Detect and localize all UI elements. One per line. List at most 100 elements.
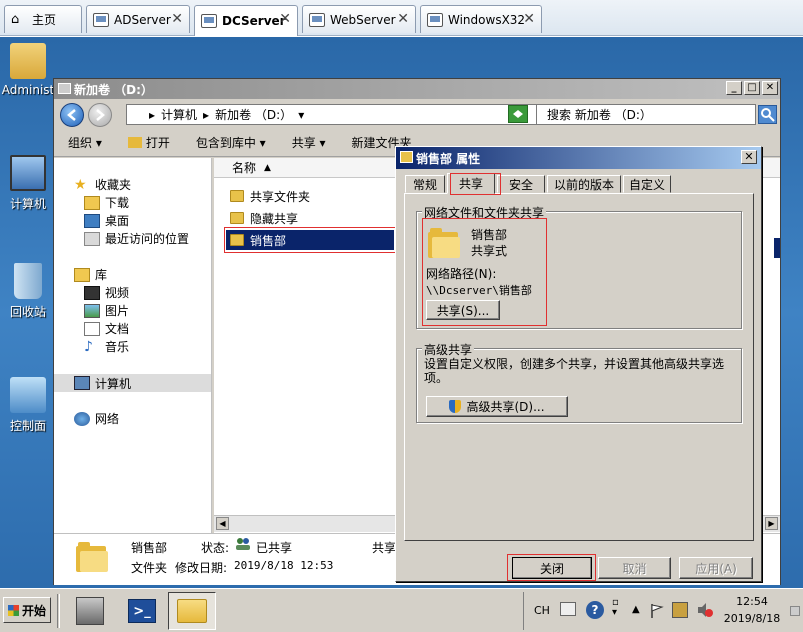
taskbar-separator xyxy=(57,594,60,628)
taskbar: 开始 >_ CH ? ▫ ▾ ▲ 12:54 2019/8/18 xyxy=(0,588,803,632)
close-icon[interactable]: ✕ xyxy=(171,11,183,27)
tab-dcserver[interactable]: DCServer ✕ xyxy=(194,5,298,36)
nav-desktop[interactable]: 桌面 xyxy=(84,212,129,229)
nav-videos[interactable]: 视频 xyxy=(84,284,129,301)
tab-label: WebServer xyxy=(330,12,396,27)
network-path-label: 网络路径(N): xyxy=(426,267,497,281)
search-icon xyxy=(761,108,775,122)
sharing-tab-panel: 网络文件和文件夹共享 销售部 共享式 网络路径(N): \\Dcserver\销… xyxy=(404,193,754,541)
close-icon[interactable]: ✕ xyxy=(279,11,291,27)
scroll-left-icon[interactable]: ◀ xyxy=(216,517,229,530)
tab-windowsx32[interactable]: WindowsX32 ✕ xyxy=(420,5,542,33)
nav-recent[interactable]: 最近访问的位置 xyxy=(84,230,189,247)
desktop-icon xyxy=(84,213,100,228)
advanced-share-button[interactable]: 高级共享(D)... xyxy=(426,396,568,417)
flag-icon[interactable] xyxy=(650,603,664,619)
chevron-up-icon[interactable]: ▲ xyxy=(632,604,640,615)
desktop-icon-control-panel[interactable]: 控制面 xyxy=(0,377,56,434)
chevron-right-icon: ▸ xyxy=(203,107,210,122)
taskbar-server-manager[interactable] xyxy=(66,592,114,630)
nav-network[interactable]: 网络 xyxy=(74,410,119,427)
tab-customize[interactable]: 自定义 xyxy=(623,175,671,193)
maximize-button[interactable]: □ xyxy=(744,81,760,95)
explorer-title: 新加卷 （D:） xyxy=(74,82,153,97)
explorer-title-bar[interactable]: 新加卷 （D:） _ □ ✕ xyxy=(54,79,780,99)
dialog-title-bar[interactable]: 销售部 属性 ✕ xyxy=(396,147,761,169)
computer-icon xyxy=(10,155,46,191)
close-button[interactable]: ✕ xyxy=(762,81,778,95)
breadcrumb-drive[interactable]: 新加卷 （D:） xyxy=(215,106,292,123)
folder-icon xyxy=(177,599,207,623)
help-icon[interactable]: ? xyxy=(586,601,604,619)
details-modified-label: 修改日期: xyxy=(175,561,228,575)
chevron-down-icon[interactable]: ▾ xyxy=(298,108,304,122)
nav-documents[interactable]: 文档 xyxy=(84,320,129,337)
taskbar-powershell[interactable]: >_ xyxy=(118,592,166,630)
file-item[interactable]: 隐藏共享 xyxy=(226,208,302,228)
clock-time[interactable]: 12:54 xyxy=(724,595,780,608)
document-icon xyxy=(84,321,100,336)
nav-music[interactable]: ♪ 音乐 xyxy=(84,338,129,355)
folder-icon xyxy=(230,212,244,224)
tab-general[interactable]: 常规 xyxy=(405,175,445,193)
language-indicator[interactable]: CH xyxy=(534,604,550,617)
ime-options-icon[interactable]: ▫ ▾ xyxy=(612,598,619,618)
network-tray-icon[interactable] xyxy=(672,602,688,618)
close-icon[interactable]: ✕ xyxy=(523,11,535,27)
star-icon: ★ xyxy=(74,176,87,193)
nav-downloads[interactable]: 下载 xyxy=(84,194,129,211)
tab-security[interactable]: 安全 xyxy=(497,175,545,193)
minimize-button[interactable]: _ xyxy=(726,81,742,95)
desktop-icon-recycle-bin[interactable]: 回收站 xyxy=(0,263,56,320)
tab-webserver[interactable]: WebServer ✕ xyxy=(302,5,416,33)
nav-computer[interactable]: 计算机 xyxy=(54,374,211,392)
start-button[interactable]: 开始 xyxy=(3,597,51,623)
keyboard-icon[interactable] xyxy=(560,602,576,616)
show-desktop-button[interactable] xyxy=(790,606,800,616)
tab-sharing[interactable]: 共享 xyxy=(447,173,495,194)
back-button[interactable] xyxy=(60,103,84,127)
folder-icon xyxy=(400,151,413,163)
arrow-left-icon xyxy=(67,109,76,121)
powershell-icon: >_ xyxy=(128,599,156,623)
search-input[interactable]: 搜索 新加卷 （D:） xyxy=(536,104,756,125)
tab-home[interactable]: ⌂ 主页 xyxy=(4,5,82,33)
close-dialog-button[interactable]: 关闭 xyxy=(512,557,592,579)
scroll-right-icon[interactable]: ▶ xyxy=(765,517,778,530)
tab-adserver[interactable]: ADServer ✕ xyxy=(86,5,190,33)
taskbar-explorer[interactable] xyxy=(168,592,216,630)
close-icon[interactable]: ✕ xyxy=(397,11,409,27)
details-status-label: 状态: xyxy=(201,541,230,555)
user-folder-icon xyxy=(10,43,46,79)
volume-muted-icon[interactable] xyxy=(696,602,714,618)
breadcrumb-computer[interactable]: 计算机 xyxy=(161,106,197,123)
selection-edge xyxy=(774,238,780,258)
home-icon: ⌂ xyxy=(11,11,20,27)
organize-menu[interactable]: 组织 ▾ xyxy=(68,134,102,151)
include-library-menu[interactable]: 包含到库中 ▾ xyxy=(196,134,266,151)
search-button[interactable] xyxy=(758,105,777,124)
nav-pictures[interactable]: 图片 xyxy=(84,302,129,319)
file-item-selected[interactable]: 销售部 xyxy=(226,230,394,250)
share-menu[interactable]: 共享 ▾ xyxy=(292,134,326,151)
chevron-right-icon: ▸ xyxy=(149,107,156,122)
share-button[interactable]: 共享(S)... xyxy=(426,300,500,320)
desktop-icon-computer[interactable]: 计算机 xyxy=(0,155,56,212)
forward-button[interactable] xyxy=(88,103,112,127)
folder-icon xyxy=(230,234,244,246)
file-item[interactable]: 共享文件夹 xyxy=(226,186,314,206)
drive-icon xyxy=(58,83,71,94)
dialog-close-button[interactable]: ✕ xyxy=(741,150,757,164)
clock-date[interactable]: 2019/8/18 xyxy=(720,612,784,625)
refresh-button[interactable] xyxy=(508,105,528,123)
apply-button[interactable]: 应用(A) xyxy=(679,557,753,579)
desktop-icon-administrator[interactable]: Administ xyxy=(0,43,56,97)
cancel-button[interactable]: 取消 xyxy=(598,557,671,579)
tab-label: WindowsX32 xyxy=(448,12,526,27)
tab-previous-versions[interactable]: 以前的版本 xyxy=(547,175,621,193)
address-input[interactable]: ▸ 计算机 ▸ 新加卷 （D:） ▾ xyxy=(126,104,556,125)
open-button[interactable]: 打开 xyxy=(127,134,170,151)
nav-favorites[interactable]: ★ 收藏夹 xyxy=(74,176,131,193)
navigation-pane: ★ 收藏夹 下载 桌面 最近访问的位置 库 视频 图片 文档 ♪ 音乐 计算机 … xyxy=(54,158,212,533)
nav-libraries[interactable]: 库 xyxy=(74,266,107,283)
